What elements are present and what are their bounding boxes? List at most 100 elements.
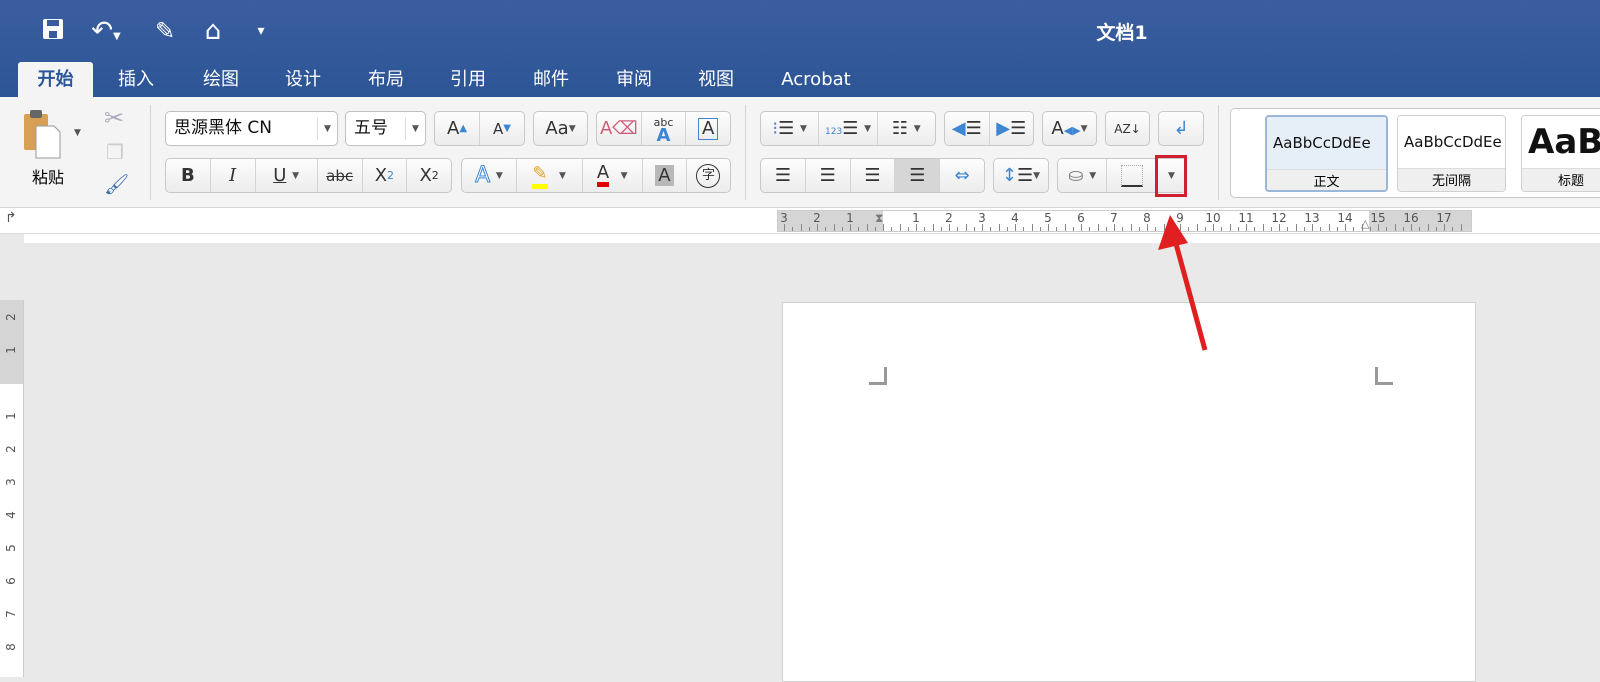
separator (745, 105, 746, 200)
customize-icon[interactable]: ▾ (250, 16, 272, 46)
align-left-icon: ☰ (774, 165, 791, 186)
tab-home[interactable]: 开始 (18, 62, 93, 97)
indent-marker[interactable]: ⧗ (875, 211, 883, 226)
paste-dropdown-icon[interactable]: ▼ (74, 128, 81, 138)
document-page[interactable] (782, 302, 1476, 682)
change-case-button[interactable]: Aa ▼ (534, 112, 587, 145)
text-effects-button[interactable]: A ▼ (462, 159, 517, 192)
align-left-button[interactable]: ☰ (761, 159, 806, 192)
edit-icon[interactable]: ✎ (148, 16, 182, 46)
vertical-ruler[interactable]: 2 1 1 2 3 4 5 6 7 8 (0, 300, 24, 677)
bold-button[interactable]: B (166, 159, 211, 192)
style-normal[interactable]: AaBbCcDdEe 正文 (1265, 115, 1388, 192)
tab-view[interactable]: 视图 (685, 62, 747, 97)
ruler-tick (858, 227, 860, 231)
ruler-tick (1031, 224, 1033, 231)
ruler-tick (1435, 227, 1437, 231)
ruler-tick (965, 224, 967, 231)
ruler-tick (825, 227, 827, 231)
ruler-tick (1303, 227, 1305, 231)
ruler-tick (1336, 227, 1338, 231)
ruler-tick (1262, 224, 1264, 231)
superscript-button[interactable]: X2 (407, 159, 451, 192)
tab-layout[interactable]: 布局 (355, 62, 417, 97)
distributed-button[interactable]: ⇔ (940, 159, 984, 192)
enclose-characters-button[interactable]: 字 (687, 159, 730, 192)
asian-layout-button[interactable]: A◀▶ ▼ (1043, 112, 1096, 145)
ruler-tick (1287, 227, 1289, 231)
ruler-tick (817, 224, 818, 231)
paragraph-shading-button[interactable]: ⛀ ▼ (1058, 159, 1108, 192)
copy-icon[interactable]: ❐ (106, 140, 124, 164)
ruler-tick (990, 227, 992, 231)
paste-button[interactable]: ▼ 粘贴 (18, 108, 88, 198)
borders-button[interactable] (1107, 159, 1157, 192)
clear-formatting-button[interactable]: A⌫ (597, 112, 642, 145)
underline-button[interactable]: U ▼ (256, 159, 318, 192)
align-right-button[interactable]: ☰ (851, 159, 896, 192)
font-name-select[interactable]: 思源黑体 CN ▼ (165, 111, 338, 146)
style-no-spacing[interactable]: AaBbCcDdEe 无间隔 (1397, 115, 1506, 192)
increase-indent-button[interactable]: ▶☰ (990, 112, 1034, 145)
save-icon[interactable] (38, 16, 68, 49)
font-color-button[interactable]: A ▼ (583, 159, 643, 192)
ruler-tick (1411, 224, 1412, 231)
ruler-tick (1229, 224, 1231, 231)
ruler-number: 1 (846, 211, 854, 225)
format-painter-icon[interactable]: 🖌 (104, 172, 129, 196)
tab-insert[interactable]: 插入 (105, 62, 167, 97)
cut-icon[interactable]: ✂ (104, 104, 124, 132)
ruler-tick (1122, 227, 1124, 231)
phonetic-guide-button[interactable]: abc A (642, 112, 687, 145)
show-formatting-button[interactable]: ↲ (1159, 112, 1203, 145)
italic-button[interactable]: I (211, 159, 256, 192)
horizontal-ruler[interactable]: 3 2 1 1 2 3 4 5 6 7 8 9 10 11 12 13 14 15 16 17 ⧗ △ (777, 210, 1472, 232)
sort-button[interactable]: AZ↓ (1106, 112, 1149, 145)
style-name: 正文 (1267, 169, 1386, 190)
decrease-indent-icon: ◀☰ (951, 118, 982, 139)
ruler-tick (1039, 227, 1041, 231)
style-heading[interactable]: AaB 标题 (1521, 115, 1600, 192)
undo-icon[interactable]: ↶▼ (86, 16, 126, 52)
style-preview: AaBbCcDdEe (1273, 134, 1371, 152)
ruler-number: 5 (4, 544, 18, 552)
increase-indent-icon: ▶☰ (996, 118, 1027, 139)
strikethrough-button[interactable]: abc (318, 159, 363, 192)
tab-acrobat[interactable]: Acrobat (770, 62, 862, 97)
multilevel-list-button[interactable]: ☷ ▼ (878, 112, 935, 145)
numbering-button[interactable]: 123☰ ▼ (819, 112, 878, 145)
tab-design[interactable]: 设计 (272, 62, 334, 97)
right-indent-marker[interactable]: △ (1361, 217, 1369, 230)
justify-button[interactable]: ☰ (895, 159, 941, 192)
ruler-tick (924, 227, 926, 231)
bullets-button[interactable]: ⁝☰ ▼ (761, 112, 820, 145)
tab-references[interactable]: 引用 (437, 62, 499, 97)
tab-draw[interactable]: 绘图 (190, 62, 252, 97)
ruler-tick (1023, 227, 1025, 231)
highlight-button[interactable]: ✎ ▼ (517, 159, 583, 192)
distributed-icon: ⇔ (954, 165, 970, 186)
character-shading-button[interactable]: A (643, 159, 687, 192)
tab-review[interactable]: 审阅 (603, 62, 665, 97)
tab-mailings[interactable]: 邮件 (520, 62, 582, 97)
grow-font-button[interactable]: A ▲ (435, 112, 480, 145)
paragraph-mark-icon: ↲ (1173, 118, 1189, 139)
align-center-button[interactable]: ☰ (806, 159, 851, 192)
font-size-select[interactable]: 五号 ▼ (345, 111, 426, 146)
line-spacing-button[interactable]: ↕☰ ▼ (994, 159, 1048, 192)
character-border-button[interactable]: A (686, 112, 730, 145)
ruler-tick (784, 224, 785, 231)
subscript-button[interactable]: X2 (363, 159, 408, 192)
ruler-tick (973, 227, 975, 231)
ruler-tick (1114, 224, 1115, 231)
ruler-tick (808, 227, 810, 231)
ruler-tick (1394, 224, 1396, 231)
tab-stop-icon[interactable]: ↱ (5, 210, 17, 226)
decrease-indent-button[interactable]: ◀☰ (945, 112, 990, 145)
ruler-tick (850, 224, 851, 231)
underline-icon: U (273, 165, 287, 186)
shrink-font-button[interactable]: A ▼ (480, 112, 524, 145)
enclose-characters-icon: 字 (696, 163, 721, 188)
home-icon[interactable]: ⌂ (198, 16, 228, 46)
ruler-tick (874, 227, 876, 231)
